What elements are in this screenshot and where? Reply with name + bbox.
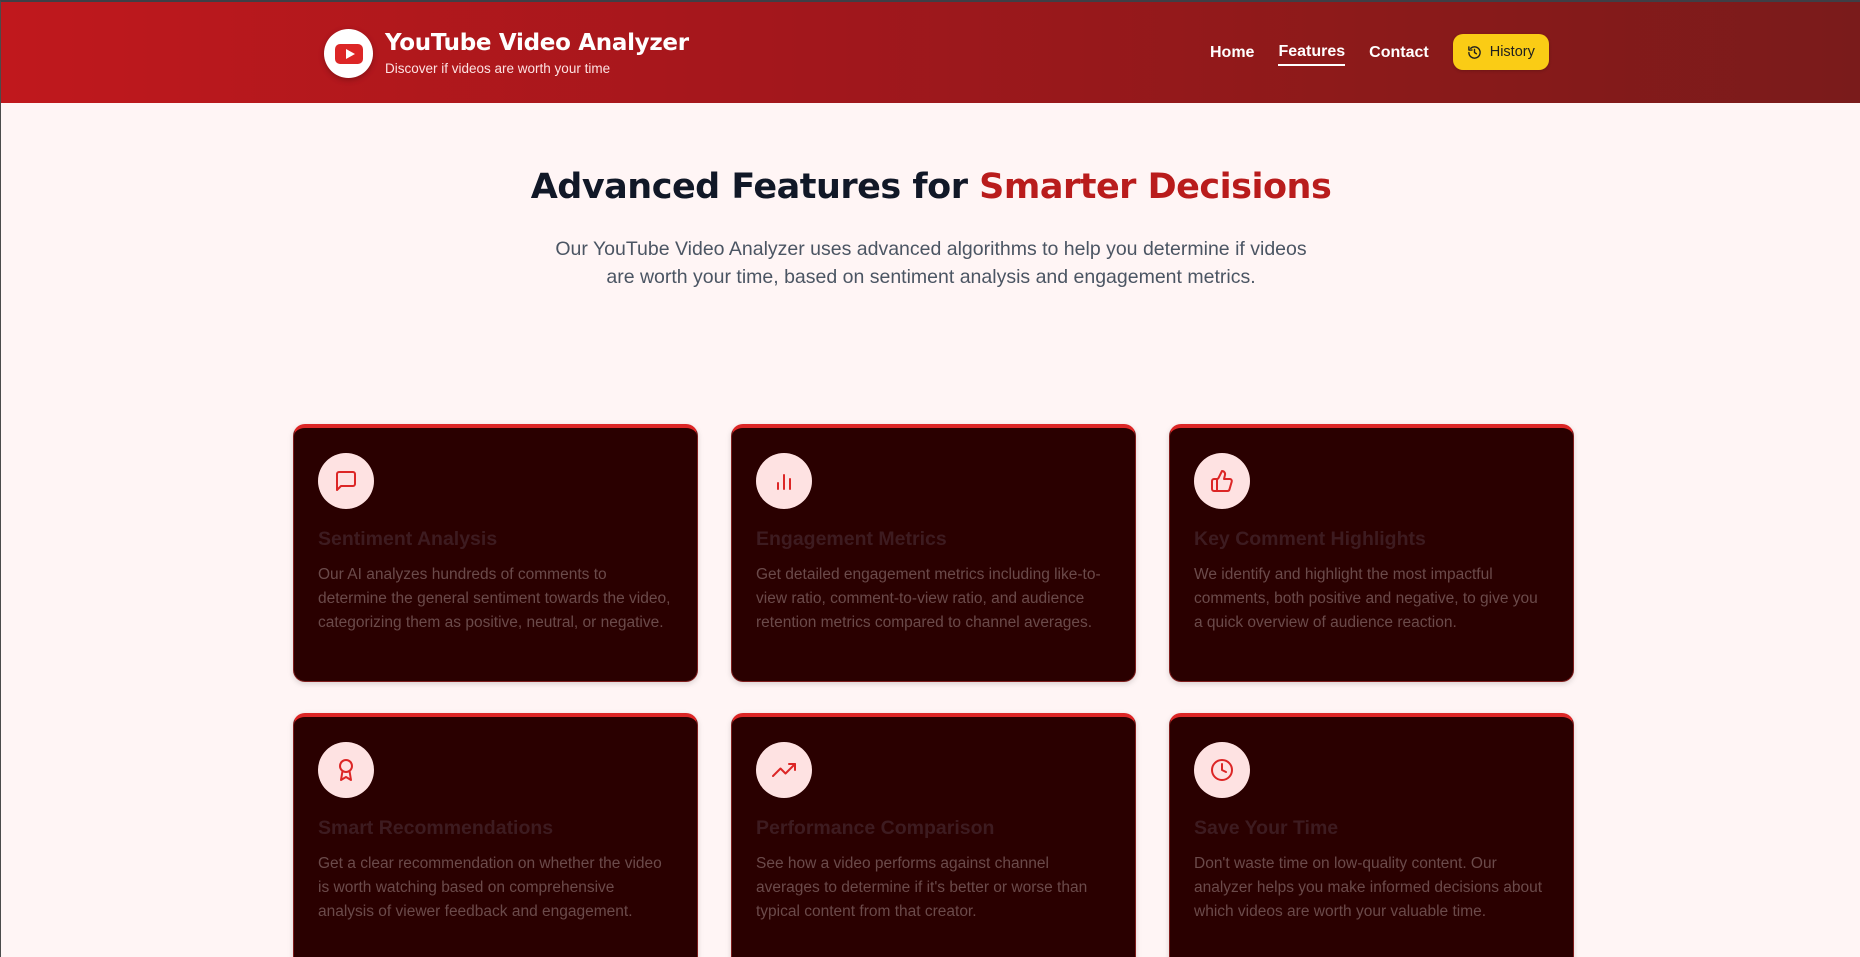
- feature-description: Get detailed engagement metrics includin…: [756, 566, 1101, 631]
- nav-home-link[interactable]: Home: [1210, 44, 1254, 65]
- nav-contact-link[interactable]: Contact: [1369, 44, 1429, 65]
- nav-features-link[interactable]: Features: [1278, 43, 1346, 66]
- brand[interactable]: YouTube Video Analyzer Discover if video…: [324, 29, 689, 78]
- hero-section: Advanced Features for Smarter Decisions …: [1, 167, 1860, 291]
- clock-icon: [1194, 742, 1250, 798]
- history-button[interactable]: History: [1452, 34, 1549, 70]
- page: YouTube Video Analyzer Discover if video…: [0, 0, 1860, 957]
- feature-card-engagement-metrics: Engagement Metrics Get detailed engageme…: [731, 424, 1136, 682]
- feature-card-key-comment-highlights: Key Comment Highlights We identify and h…: [1169, 424, 1574, 682]
- award-icon: [318, 742, 374, 798]
- feature-title: Key Comment Highlights: [1194, 528, 1426, 550]
- feature-description: Get a clear recommendation on whether th…: [318, 855, 662, 920]
- feature-card-smart-recommendations: Smart Recommendations Get a clear recomm…: [293, 713, 698, 957]
- feature-card-save-your-time: Save Your Time Don't waste time on low-q…: [1169, 713, 1574, 957]
- message-square-icon: [318, 453, 374, 509]
- feature-title: Performance Comparison: [756, 817, 995, 839]
- feature-title: Engagement Metrics: [756, 528, 947, 550]
- thumbs-up-icon: [1194, 453, 1250, 509]
- feature-title: Save Your Time: [1194, 817, 1339, 839]
- history-button-label: History: [1489, 44, 1535, 60]
- trending-up-icon: [756, 742, 812, 798]
- page-title: Advanced Features for Smarter Decisions: [1, 167, 1860, 207]
- feature-description: We identify and highlight the most impac…: [1194, 566, 1538, 631]
- app-subtitle: Discover if videos are worth your time: [385, 60, 611, 76]
- feature-description: Our AI analyzes hundreds of comments to …: [318, 566, 671, 631]
- history-icon: [1467, 45, 1481, 59]
- feature-title: Smart Recommendations: [318, 817, 554, 839]
- app-title: YouTube Video Analyzer: [385, 30, 689, 57]
- features-grid: Sentiment Analysis Our AI analyzes hundr…: [293, 424, 1575, 957]
- page-title-accent: Smarter Decisions: [979, 167, 1332, 207]
- page-title-main: Advanced Features for: [530, 167, 980, 207]
- main-nav: Home Features Contact History: [1210, 34, 1549, 72]
- feature-description: Don't waste time on low-quality content.…: [1194, 855, 1543, 920]
- page-description: Our YouTube Video Analyzer uses advanced…: [555, 238, 1307, 288]
- brand-text: YouTube Video Analyzer Discover if video…: [385, 30, 689, 76]
- youtube-play-icon: [324, 29, 373, 78]
- feature-card-performance-comparison: Performance Comparison See how a video p…: [731, 713, 1136, 957]
- bar-chart-icon: [756, 453, 812, 509]
- feature-description: See how a video performs against channel…: [756, 855, 1088, 920]
- feature-card-sentiment-analysis: Sentiment Analysis Our AI analyzes hundr…: [293, 424, 698, 682]
- feature-title: Sentiment Analysis: [318, 528, 498, 550]
- site-header: YouTube Video Analyzer Discover if video…: [1, 2, 1860, 103]
